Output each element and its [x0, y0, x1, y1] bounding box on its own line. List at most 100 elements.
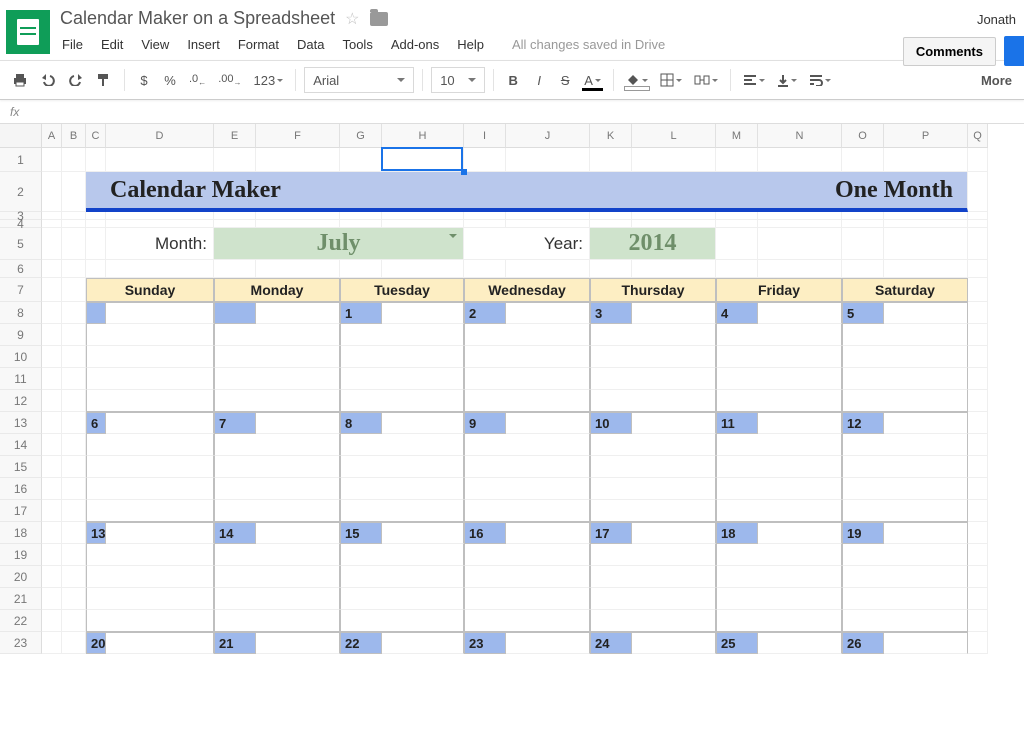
row-head-18[interactable]: 18: [0, 522, 42, 544]
date-cell[interactable]: 21: [214, 632, 256, 654]
date-body[interactable]: [464, 544, 590, 566]
date-body[interactable]: [464, 500, 590, 522]
menu-file[interactable]: File: [62, 37, 83, 52]
date-body[interactable]: [842, 610, 968, 632]
col-head-N[interactable]: N: [758, 124, 842, 148]
font-select[interactable]: Arial: [304, 67, 414, 93]
date-body[interactable]: [716, 544, 842, 566]
col-head-O[interactable]: O: [842, 124, 884, 148]
date-cell[interactable]: 6: [86, 412, 106, 434]
date-body[interactable]: [340, 368, 464, 390]
menu-insert[interactable]: Insert: [187, 37, 220, 52]
date-cell[interactable]: 9: [464, 412, 506, 434]
row-head-1[interactable]: 1: [0, 148, 42, 172]
redo-icon[interactable]: [64, 67, 88, 93]
row-head-2[interactable]: 2: [0, 172, 42, 212]
day-header[interactable]: Wednesday: [464, 278, 590, 302]
bold-button[interactable]: B: [502, 67, 524, 93]
col-head-J[interactable]: J: [506, 124, 590, 148]
row-head-8[interactable]: 8: [0, 302, 42, 324]
date-body[interactable]: [86, 324, 214, 346]
date-body[interactable]: [382, 632, 464, 654]
col-head-E[interactable]: E: [214, 124, 256, 148]
date-body[interactable]: [464, 346, 590, 368]
date-body[interactable]: [214, 588, 340, 610]
star-icon[interactable]: ☆: [345, 9, 359, 29]
date-cell[interactable]: 7: [214, 412, 256, 434]
date-body[interactable]: [716, 588, 842, 610]
row-head-12[interactable]: 12: [0, 390, 42, 412]
date-body[interactable]: [86, 500, 214, 522]
date-body[interactable]: [842, 500, 968, 522]
date-body[interactable]: [590, 566, 716, 588]
menu-edit[interactable]: Edit: [101, 37, 123, 52]
date-body[interactable]: [214, 456, 340, 478]
date-body[interactable]: [842, 390, 968, 412]
day-header[interactable]: Thursday: [590, 278, 716, 302]
date-body[interactable]: [86, 346, 214, 368]
date-body[interactable]: [590, 588, 716, 610]
date-cell[interactable]: 23: [464, 632, 506, 654]
date-cell[interactable]: 3: [590, 302, 632, 324]
date-body[interactable]: [590, 434, 716, 456]
date-body[interactable]: [214, 610, 340, 632]
date-body[interactable]: [86, 456, 214, 478]
date-body[interactable]: [506, 412, 590, 434]
date-body[interactable]: [86, 588, 214, 610]
row-head-5[interactable]: 5: [0, 228, 42, 260]
date-body[interactable]: [716, 346, 842, 368]
date-body[interactable]: [214, 434, 340, 456]
date-body[interactable]: [106, 522, 214, 544]
date-body[interactable]: [340, 346, 464, 368]
date-cell[interactable]: 18: [716, 522, 758, 544]
row-head-14[interactable]: 14: [0, 434, 42, 456]
date-body[interactable]: [842, 566, 968, 588]
date-body[interactable]: [340, 324, 464, 346]
col-head-B[interactable]: B: [62, 124, 86, 148]
format-currency[interactable]: $: [133, 67, 155, 93]
month-picker[interactable]: July: [214, 228, 464, 260]
menu-tools[interactable]: Tools: [342, 37, 372, 52]
date-body[interactable]: [214, 346, 340, 368]
increase-decimal[interactable]: .00→: [214, 67, 245, 93]
date-body[interactable]: [716, 368, 842, 390]
date-body[interactable]: [842, 434, 968, 456]
strike-button[interactable]: S: [554, 67, 576, 93]
date-body[interactable]: [842, 544, 968, 566]
row-head-15[interactable]: 15: [0, 456, 42, 478]
date-body[interactable]: [340, 456, 464, 478]
date-body[interactable]: [214, 368, 340, 390]
date-body[interactable]: [632, 412, 716, 434]
italic-button[interactable]: I: [528, 67, 550, 93]
col-head-G[interactable]: G: [340, 124, 382, 148]
year-picker[interactable]: 2014: [590, 228, 716, 260]
comments-button[interactable]: Comments: [903, 37, 996, 66]
month-label[interactable]: Month:: [106, 228, 214, 260]
date-body[interactable]: [214, 390, 340, 412]
day-header[interactable]: Tuesday: [340, 278, 464, 302]
row-head-17[interactable]: 17: [0, 500, 42, 522]
date-body[interactable]: [106, 412, 214, 434]
menu-view[interactable]: View: [141, 37, 169, 52]
date-cell[interactable]: 5: [842, 302, 884, 324]
date-body[interactable]: [382, 302, 464, 324]
menu-format[interactable]: Format: [238, 37, 279, 52]
date-body[interactable]: [506, 522, 590, 544]
date-body[interactable]: [86, 566, 214, 588]
date-body[interactable]: [340, 588, 464, 610]
date-cell[interactable]: 11: [716, 412, 758, 434]
username[interactable]: Jonath: [977, 10, 1016, 27]
date-cell[interactable]: [214, 302, 256, 324]
row-head-13[interactable]: 13: [0, 412, 42, 434]
date-cell[interactable]: 24: [590, 632, 632, 654]
date-body[interactable]: [464, 588, 590, 610]
date-body[interactable]: [464, 610, 590, 632]
date-cell[interactable]: 14: [214, 522, 256, 544]
date-body[interactable]: [884, 522, 968, 544]
date-cell[interactable]: 1: [340, 302, 382, 324]
date-body[interactable]: [340, 566, 464, 588]
col-head-C[interactable]: C: [86, 124, 106, 148]
col-head-M[interactable]: M: [716, 124, 758, 148]
col-head-D[interactable]: D: [106, 124, 214, 148]
date-body[interactable]: [632, 632, 716, 654]
